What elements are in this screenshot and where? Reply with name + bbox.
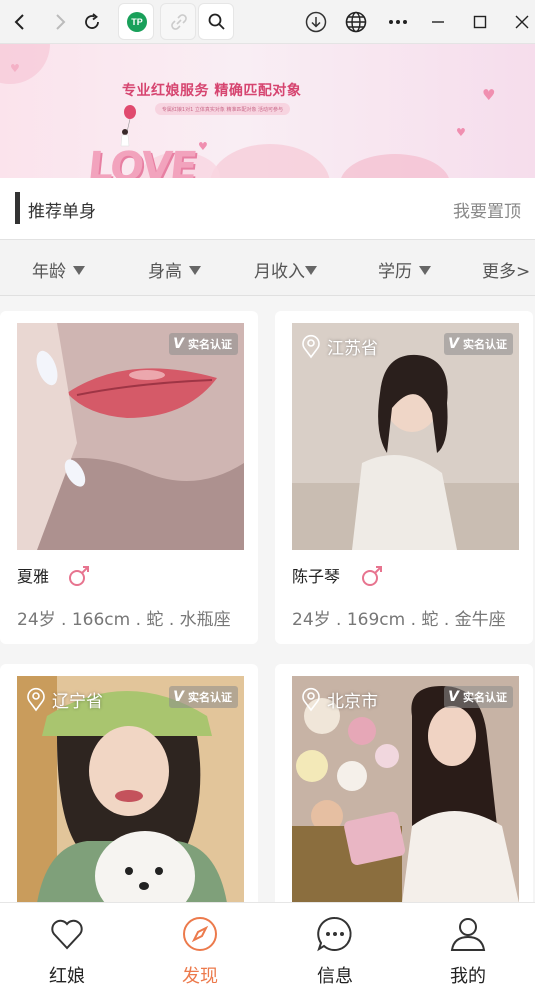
search-icon (208, 13, 225, 30)
banner-title: 专业红娘服务 精确匹配对象 (122, 83, 302, 99)
tab-label: 发现 (182, 966, 218, 987)
profile-card[interactable]: 辽宁省 V 实名认证 (0, 664, 258, 902)
profile-name: 陈子琴 (292, 567, 341, 586)
filter-age-label: 年龄 (32, 262, 66, 282)
profile-card[interactable]: V 实名认证 夏雅 24岁 . 166cm . 蛇 . 水瓶座 (0, 311, 258, 644)
section-title: 推荐单身 (28, 202, 96, 222)
tab-messages[interactable]: 信息 (268, 903, 402, 996)
profile-info: 24岁 . 169cm . 蛇 . 金牛座 (292, 610, 506, 630)
banner-decoration (0, 44, 50, 84)
maximize-button[interactable] (462, 4, 498, 40)
download-icon (305, 11, 327, 33)
tab-matchmaker[interactable]: 红娘 (0, 903, 134, 996)
verified-badge: V 实名认证 (444, 686, 513, 708)
close-icon (515, 15, 529, 29)
tp-extension-icon: TP (127, 12, 147, 32)
link-icon (171, 14, 187, 30)
dropdown-triangle-icon (419, 266, 431, 275)
tab-label: 我的 (450, 966, 486, 987)
browser-toolbar: TP (0, 0, 535, 44)
location-tag: 江苏省 (300, 333, 378, 359)
profile-info: 24岁 . 166cm . 蛇 . 水瓶座 (17, 610, 231, 630)
tab-label: 红娘 (49, 966, 85, 987)
verified-badge: V 实名认证 (169, 686, 238, 708)
forward-button[interactable] (42, 4, 78, 40)
bottom-tab-bar: 红娘 发现 信息 我的 (0, 902, 535, 995)
dropdown-triangle-icon (73, 266, 85, 275)
location-tag: 北京市 (300, 686, 378, 712)
filter-bar: 年龄 身高 月收入 学历 更多> (0, 240, 535, 296)
location-tag: 辽宁省 (25, 686, 103, 712)
lips-photo-illustration (17, 323, 244, 550)
tab-discover[interactable]: 发现 (133, 903, 267, 996)
refresh-icon (85, 13, 99, 29)
banner-decoration (210, 144, 330, 178)
chat-bubble-icon (317, 916, 352, 952)
location-pin-icon (27, 687, 45, 712)
banner-love-logo: LOVE (85, 144, 198, 178)
verified-badge: V 实名认证 (444, 333, 513, 355)
filter-education[interactable]: 学历 (378, 257, 431, 282)
verified-v-icon: V (173, 336, 184, 352)
banner-decoration (340, 154, 450, 178)
more-dots-icon (389, 20, 407, 24)
heart-decoration-icon: ♥ (10, 62, 20, 75)
banner-subtitle: 专属红娘1对1 立体真实对象 精准匹配对象 活动可参与 (155, 103, 290, 115)
search-button[interactable] (198, 3, 234, 40)
back-button[interactable] (2, 4, 38, 40)
heart-icon (51, 919, 83, 950)
link-button[interactable] (160, 3, 196, 40)
tab-profile[interactable]: 我的 (401, 903, 535, 996)
promo-banner[interactable]: ♥ ♥ ♥ ♥ 专业红娘服务 精确匹配对象 专属红娘1对1 立体真实对象 精准匹… (0, 44, 535, 178)
minimize-icon (432, 21, 444, 23)
download-button[interactable] (298, 4, 334, 40)
close-button[interactable] (504, 4, 535, 40)
refresh-button[interactable] (74, 4, 110, 40)
translate-button[interactable] (338, 4, 374, 40)
gender-female-male-icon (69, 566, 89, 586)
tab-label: 信息 (317, 966, 353, 987)
heart-decoration-icon: ♥ (456, 126, 466, 139)
maximize-icon (473, 15, 487, 29)
filter-height[interactable]: 身高 (148, 257, 201, 282)
filter-height-label: 身高 (148, 262, 182, 282)
verified-v-icon: V (173, 689, 184, 705)
profile-name: 夏雅 (17, 567, 50, 586)
profile-photo[interactable]: V 实名认证 (17, 323, 244, 550)
filter-education-label: 学历 (378, 262, 412, 282)
profile-card[interactable]: 北京市 V 实名认证 (275, 664, 533, 902)
extension-tp-button[interactable]: TP (118, 3, 154, 40)
profile-grid: V 实名认证 夏雅 24岁 . 166cm . 蛇 . 水瓶座 江苏省 V 实名认证… (0, 296, 535, 902)
verified-badge: V 实名认证 (169, 333, 238, 355)
recommend-header: 推荐单身 我要置顶 (0, 178, 535, 240)
more-menu-button[interactable] (380, 4, 416, 40)
verified-v-icon: V (448, 689, 459, 705)
filter-more[interactable]: 更多> (482, 257, 530, 282)
profile-card[interactable]: 江苏省 V 实名认证 陈子琴 24岁 . 169cm . 蛇 . 金牛座 (275, 311, 533, 644)
verified-v-icon: V (448, 336, 459, 352)
dropdown-triangle-icon (305, 266, 317, 275)
filter-age[interactable]: 年龄 (32, 257, 85, 282)
location-pin-icon (302, 334, 320, 359)
filter-income-label: 月收入 (254, 262, 305, 282)
globe-icon (345, 11, 367, 33)
filter-income[interactable]: 月收入 (254, 257, 317, 282)
dropdown-triangle-icon (189, 266, 201, 275)
forward-arrow-icon (56, 14, 66, 30)
back-arrow-icon (14, 14, 24, 30)
gender-female-male-icon (362, 566, 382, 586)
person-icon (450, 918, 486, 951)
heart-decoration-icon: ♥ (198, 140, 208, 153)
section-marker (15, 192, 20, 224)
compass-icon (183, 917, 217, 951)
minimize-button[interactable] (420, 4, 456, 40)
profile-photo[interactable]: 江苏省 V 实名认证 (292, 323, 519, 550)
pin-to-top-link[interactable]: 我要置顶 (453, 197, 521, 222)
location-pin-icon (302, 687, 320, 712)
profile-photo[interactable]: 辽宁省 V 实名认证 (17, 676, 244, 902)
heart-decoration-icon: ♥ (482, 86, 496, 104)
profile-photo[interactable]: 北京市 V 实名认证 (292, 676, 519, 902)
